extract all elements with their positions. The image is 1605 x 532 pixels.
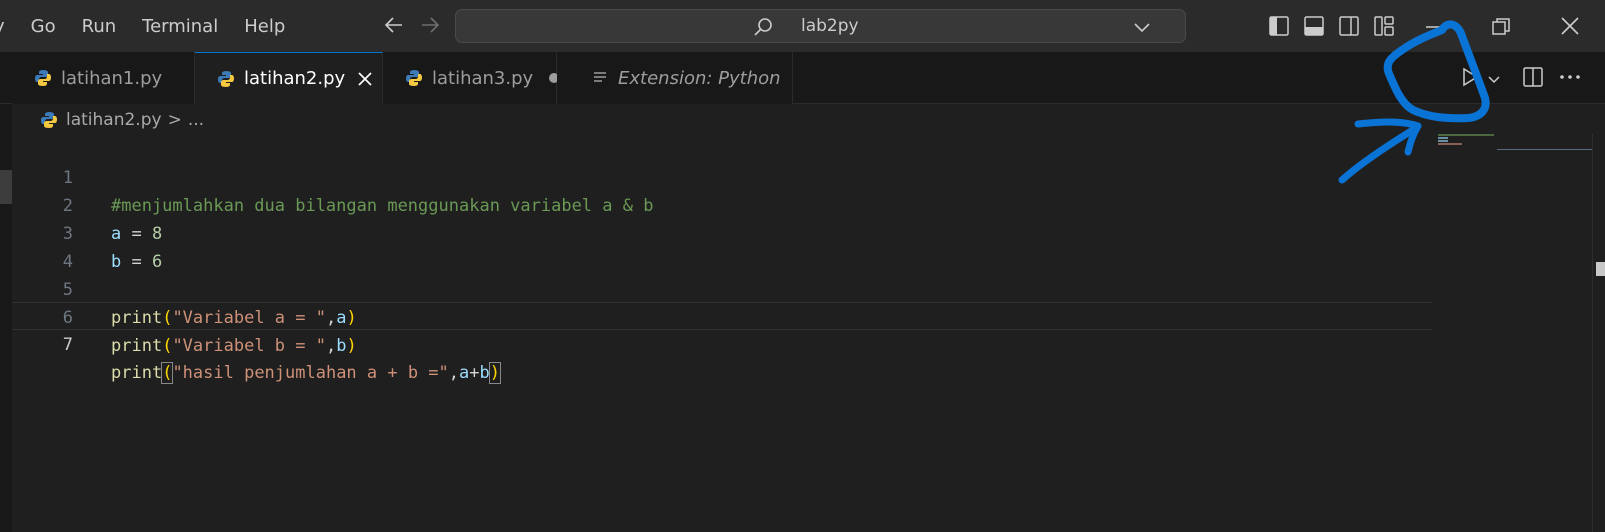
code-line: 1 #menjumlahkan dua bilangan menggunakan… [12, 136, 1432, 216]
activity-indicator [0, 170, 12, 204]
code-text: print("Variabel b = ",b) [111, 336, 357, 356]
split-editor-icon[interactable] [1522, 66, 1544, 92]
minimap[interactable] [1438, 134, 1498, 154]
search-icon [752, 16, 774, 42]
code-line: 4 [12, 220, 1432, 272]
python-icon [40, 111, 58, 129]
menu-item-go[interactable]: Go [31, 16, 56, 37]
menu-bar: y Go Run Terminal Help [0, 0, 311, 52]
code-text: print("hasil penjumlahan a + b =",a+b) [111, 362, 502, 384]
minimize-icon[interactable] [1423, 16, 1445, 42]
minimap-slider-line [1497, 149, 1592, 150]
extension-list-icon [593, 70, 609, 86]
tab-extension-python[interactable]: Extension: Python [557, 52, 793, 104]
arrow-right-icon[interactable] [419, 14, 441, 40]
command-center-label: lab2py [801, 16, 859, 36]
toggle-primary-sidebar-icon[interactable] [1268, 15, 1290, 41]
tab-latihan1[interactable]: latihan1.py [12, 52, 195, 104]
scrollbar-thumb[interactable] [1596, 262, 1605, 276]
python-icon [217, 70, 235, 88]
tab-label: latihan3.py [432, 67, 534, 89]
activity-edge [0, 104, 12, 532]
run-python-file-icon[interactable] [1459, 66, 1481, 92]
customize-layout-icon[interactable] [1373, 15, 1395, 41]
code-line-current: 7 print("hasil penjumlahan a + b =",a+b) [12, 302, 1432, 384]
code-line: 2 a = 8 [12, 164, 1432, 244]
tab-label: Extension: Python [618, 67, 781, 89]
title-bar: y Go Run Terminal Help lab2py [0, 0, 1605, 52]
code-line: 5 print("Variabel a = ",a) [12, 248, 1432, 328]
navigation-arrows [383, 14, 441, 40]
toggle-secondary-sidebar-icon[interactable] [1338, 15, 1360, 41]
code-line: 3 b = 6 [12, 192, 1432, 272]
breadcrumb-more[interactable]: ... [188, 110, 204, 130]
layout-controls [1268, 15, 1395, 41]
restore-icon[interactable] [1490, 16, 1512, 42]
breadcrumb-separator: > [167, 110, 182, 130]
chevron-down-icon[interactable] [1133, 19, 1151, 38]
tab-label: latihan2.py [244, 68, 346, 89]
python-icon [405, 69, 423, 87]
code-line: 6 print("Variabel b = ",b) [12, 276, 1432, 356]
menu-item-run[interactable]: Run [82, 16, 117, 37]
run-dropdown-icon[interactable] [1487, 71, 1501, 90]
command-center[interactable]: lab2py [455, 9, 1186, 43]
vertical-scrollbar[interactable] [1592, 134, 1605, 532]
tab-latihan3[interactable]: latihan3.py [383, 52, 560, 104]
menu-item-terminal[interactable]: Terminal [142, 16, 218, 37]
menu-item-view[interactable]: y [0, 16, 5, 37]
tab-latihan2[interactable]: latihan2.py [195, 52, 383, 104]
more-actions-icon[interactable] [1558, 66, 1582, 92]
code-editor[interactable]: 1 #menjumlahkan dua bilangan menggunakan… [12, 136, 1592, 532]
tab-label: latihan1.py [61, 67, 163, 89]
editor-tab-bar: latihan1.py latihan2.py latihan3.py Exte… [0, 52, 1605, 104]
toggle-panel-icon[interactable] [1303, 15, 1325, 41]
menu-item-help[interactable]: Help [244, 16, 285, 37]
breadcrumb-file[interactable]: latihan2.py [66, 110, 162, 130]
breadcrumb: latihan2.py > ... [40, 108, 204, 132]
python-icon [34, 69, 52, 87]
close-icon[interactable] [357, 71, 373, 87]
close-window-icon[interactable] [1559, 15, 1581, 41]
line-number: 7 [62, 335, 73, 355]
arrow-left-icon[interactable] [383, 14, 405, 40]
